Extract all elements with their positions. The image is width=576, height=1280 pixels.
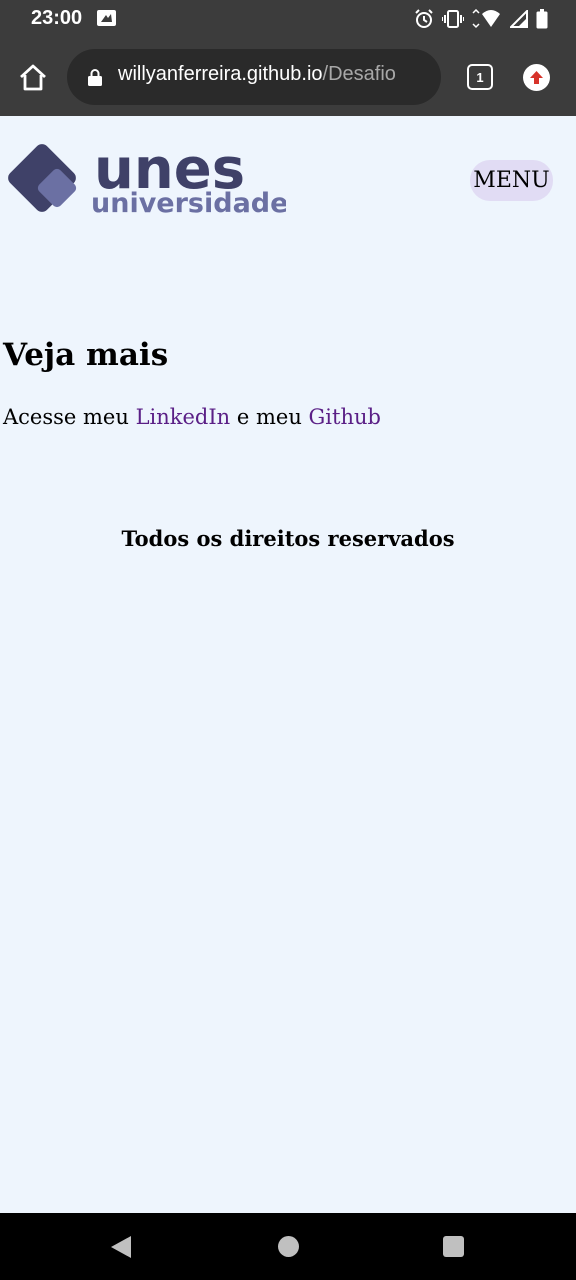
update-button[interactable] (523, 64, 550, 91)
tab-count: 1 (476, 69, 484, 85)
recent-apps-icon[interactable] (443, 1236, 464, 1257)
url-text: willyanferreira.github.io/Desafio (118, 63, 396, 86)
navigation-bar (0, 1213, 576, 1280)
back-icon[interactable] (110, 1235, 132, 1259)
home-nav-icon[interactable] (278, 1236, 299, 1257)
menu-button[interactable]: MENU (470, 160, 553, 201)
battery-icon (536, 9, 548, 29)
address-bar[interactable]: willyanferreira.github.io/Desafio (67, 49, 441, 105)
github-link[interactable]: Github (309, 405, 381, 429)
logo-subtext: universidade (91, 188, 286, 218)
unes-logo[interactable]: unes universidade (2, 138, 286, 218)
tab-switcher-button[interactable]: 1 (467, 64, 493, 90)
signal-icon (510, 10, 528, 28)
footer-copyright: Todos os direitos reservados (121, 526, 455, 551)
contact-paragraph: Acesse meu LinkedIn e meu Github (3, 405, 381, 429)
vibrate-icon (442, 10, 464, 28)
status-time: 23:00 (31, 7, 83, 29)
notification-icon (97, 10, 116, 26)
status-icons (414, 8, 548, 30)
browser-toolbar: willyanferreira.github.io/Desafio 1 (0, 38, 576, 116)
status-bar: 23:00 (0, 0, 576, 38)
text-middle: e meu (236, 405, 302, 429)
home-icon[interactable] (18, 63, 48, 93)
page-heading: Veja mais (3, 337, 169, 373)
url-path: /Desafio (322, 63, 396, 85)
text-before: Acesse meu (3, 405, 129, 429)
url-host: willyanferreira.github.io (118, 63, 323, 85)
alarm-icon (415, 9, 433, 28)
wifi-icon (472, 9, 500, 29)
lock-icon (88, 69, 102, 86)
menu-label: MENU (473, 168, 550, 193)
linkedin-link[interactable]: LinkedIn (136, 405, 231, 429)
update-icon (530, 71, 543, 84)
